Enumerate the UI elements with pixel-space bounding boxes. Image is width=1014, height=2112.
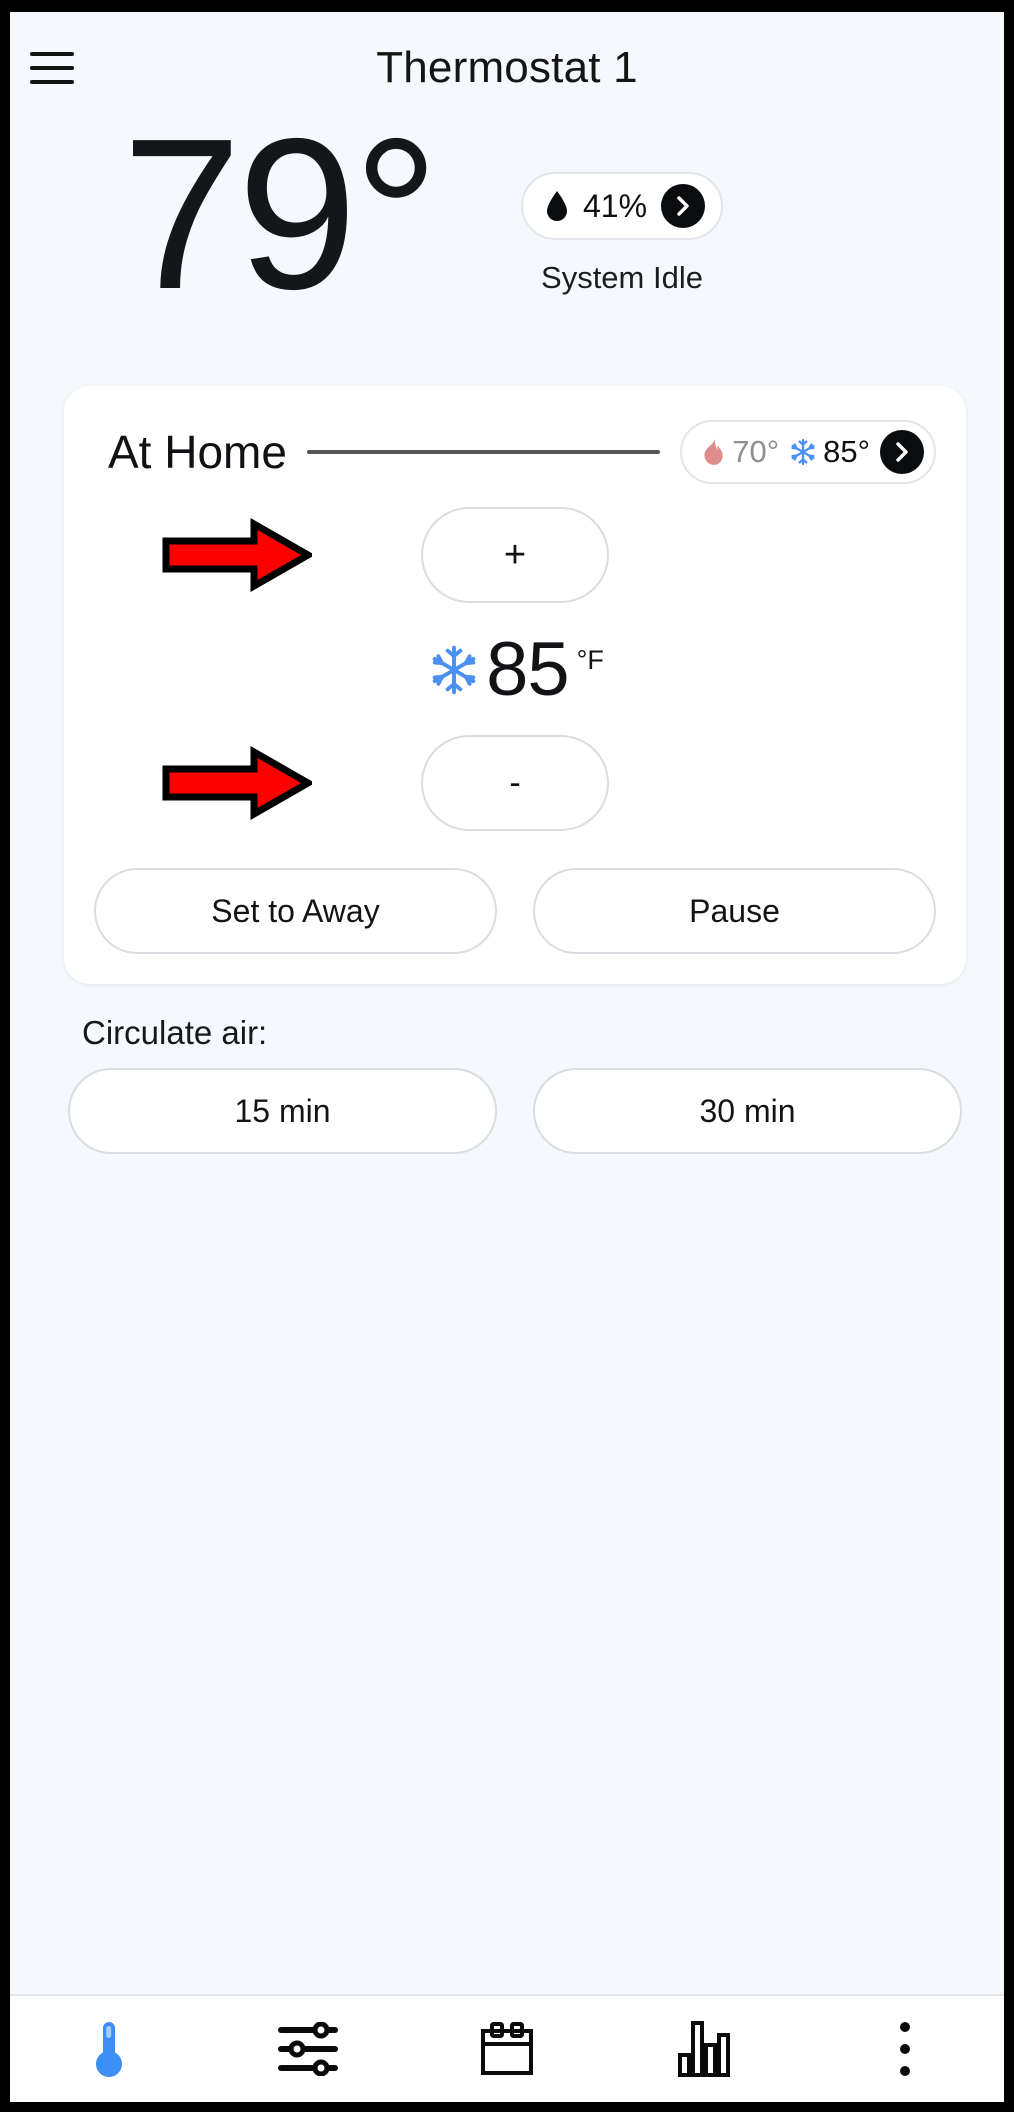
hamburger-menu-icon[interactable] (30, 52, 74, 84)
thermometer-icon (96, 2022, 123, 2077)
increase-row: + (90, 500, 940, 610)
flame-icon (704, 437, 723, 465)
card-action-row: Set to Away Pause (90, 838, 940, 954)
heat-setpoint-value: 70° (732, 434, 780, 469)
circulate-air-label: Circulate air: (82, 1014, 268, 1051)
setpoint-summary-pill[interactable]: 70° 85° (680, 420, 936, 484)
circulate-options-row: 15 min 30 min (64, 1068, 966, 1154)
heat-setpoint-group: 70° (700, 434, 779, 470)
app-screen: Thermostat 1 79° 41% System Idle At Home… (10, 12, 1004, 2102)
cool-setpoint-value: 85° (823, 434, 870, 469)
decrease-row: - (90, 728, 940, 838)
page-title: Thermostat 1 (376, 43, 638, 92)
humidity-value: 41% (582, 187, 648, 224)
device-frame: Thermostat 1 79° 41% System Idle At Home… (0, 0, 1014, 2112)
chevron-right-icon (896, 442, 908, 462)
active-setpoint-display: 85 °F (90, 610, 940, 728)
bar-chart-icon (677, 2021, 730, 2077)
comfort-mode-name: At Home (108, 426, 287, 478)
bottom-navigation-bar (10, 1994, 1004, 2102)
circulate-30-min-button[interactable]: 30 min (533, 1068, 962, 1154)
cool-setpoint-group: 85° (789, 434, 870, 470)
calendar-icon (480, 2022, 533, 2075)
chevron-right-icon (677, 196, 689, 216)
hamburger-bar-1 (30, 52, 74, 56)
water-drop-icon (546, 191, 567, 221)
hamburger-bar-2 (30, 66, 74, 70)
nav-more[interactable] (805, 1996, 1004, 2102)
current-conditions-section: 79° 41% System Idle (10, 106, 1004, 374)
card-header-row: At Home 70° 85° (90, 420, 940, 484)
active-setpoint-unit: °F (576, 645, 604, 675)
hamburger-bar-3 (30, 80, 74, 84)
current-conditions-right: 41% System Idle (472, 172, 772, 296)
nav-schedule[interactable] (408, 1996, 607, 2102)
temperature-stepper-zone: + 85 °F - (90, 484, 940, 838)
current-temperature: 79° (122, 93, 439, 334)
circulate-15-min-button[interactable]: 15 min (68, 1068, 497, 1154)
pause-button[interactable]: Pause (533, 868, 936, 954)
system-status-text: System Idle (541, 260, 703, 295)
active-setpoint-value: 85 (486, 627, 570, 712)
set-to-away-button[interactable]: Set to Away (94, 868, 497, 954)
thermostat-control-card: At Home 70° 85° + 85 °F - Set to Away Pa… (64, 386, 966, 984)
header-divider-line (306, 450, 661, 454)
sliders-icon (278, 2022, 339, 2076)
more-vertical-icon (899, 2022, 910, 2076)
circulate-air-section: Circulate air: 15 min 30 min (64, 1014, 966, 1154)
snowflake-icon (432, 645, 476, 695)
increase-temperature-button[interactable]: + (421, 507, 609, 603)
humidity-pill[interactable]: 41% (520, 172, 724, 240)
nav-usage[interactable] (606, 1996, 805, 2102)
annotation-arrow-increase (162, 517, 312, 593)
nav-thermostat[interactable] (10, 1996, 209, 2102)
snowflake-icon (791, 438, 815, 466)
annotation-arrow-decrease (162, 745, 312, 821)
decrease-temperature-button[interactable]: - (421, 735, 609, 831)
setpoint-detail-button[interactable] (880, 430, 924, 474)
humidity-detail-button[interactable] (661, 184, 706, 228)
nav-settings[interactable] (209, 1996, 408, 2102)
